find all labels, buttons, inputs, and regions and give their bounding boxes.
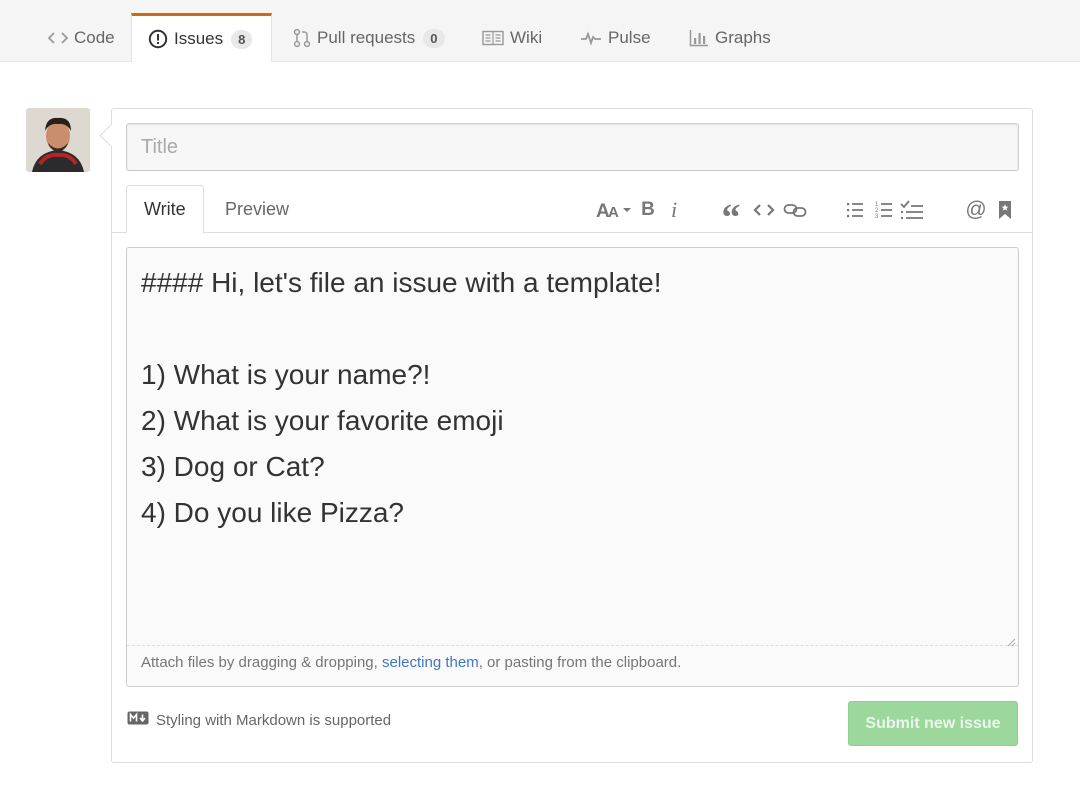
tab-wiki[interactable]: Wiki <box>466 14 558 62</box>
svg-text:3: 3 <box>875 214 879 220</box>
tab-pulse[interactable]: Pulse <box>564 14 667 62</box>
bold-icon[interactable]: B <box>639 197 657 223</box>
attach-hint-before: Attach files by dragging & dropping, <box>141 654 382 671</box>
tab-pull-requests-label: Pull requests <box>317 28 416 47</box>
markdown-note-label: Styling with Markdown is supported <box>156 711 392 729</box>
tab-pull-requests[interactable]: Pull requests 0 <box>277 14 461 62</box>
tab-write[interactable]: Write <box>126 185 204 234</box>
tab-graphs-label: Graphs <box>715 28 771 47</box>
new-issue-form: Write Preview AA B i “ 123 @ #### Hi, le… <box>111 108 1033 763</box>
text-size-icon[interactable]: AA <box>596 197 634 223</box>
tab-preview[interactable]: Preview <box>208 185 306 233</box>
tab-pulse-label: Pulse <box>608 28 651 47</box>
code-icon[interactable] <box>752 197 776 223</box>
attach-files-hint: Attach files by dragging & dropping, sel… <box>141 654 681 671</box>
avatar[interactable] <box>26 108 90 172</box>
attach-hint-after: , or pasting from the clipboard. <box>478 654 682 671</box>
tab-code[interactable]: Code <box>32 14 131 62</box>
tab-graphs[interactable]: Graphs <box>673 14 787 62</box>
saved-reply-icon[interactable] <box>996 197 1014 223</box>
tasklist-icon[interactable] <box>900 197 924 223</box>
markdown-icon <box>127 711 149 729</box>
editor-tabs: Write Preview <box>112 185 1032 234</box>
git-pull-request-icon <box>293 28 311 48</box>
issue-opened-icon <box>148 29 168 49</box>
pull-requests-counter: 0 <box>423 28 445 48</box>
comment-write-area: #### Hi, let's file an issue with a temp… <box>126 247 1019 687</box>
selecting-them-link[interactable]: selecting them <box>382 654 479 671</box>
book-icon <box>482 30 504 46</box>
quote-icon[interactable]: “ <box>719 197 743 239</box>
pulse-icon <box>580 30 602 46</box>
svg-text:A: A <box>608 204 619 220</box>
tab-code-label: Code <box>74 28 115 47</box>
issues-counter: 8 <box>231 29 253 49</box>
tab-issues-label: Issues <box>174 29 224 48</box>
ordered-list-icon[interactable]: 123 <box>874 197 894 223</box>
unordered-list-icon[interactable] <box>845 197 865 223</box>
issue-title-input[interactable] <box>126 123 1019 171</box>
markdown-supported-note[interactable]: Styling with Markdown is supported <box>127 711 391 729</box>
code-icon <box>48 30 68 46</box>
italic-icon[interactable]: i <box>665 197 683 223</box>
repo-nav: Code Issues 8 Pull requests 0 Wiki Pulse… <box>0 0 1080 62</box>
tab-wiki-label: Wiki <box>510 28 543 47</box>
mention-icon[interactable]: @ <box>965 197 987 223</box>
tab-issues[interactable]: Issues 8 <box>131 13 272 62</box>
link-icon[interactable] <box>782 197 808 223</box>
resize-handle-icon[interactable] <box>1006 634 1016 647</box>
graph-icon <box>689 29 709 47</box>
issue-body-textarea[interactable]: #### Hi, let's file an issue with a temp… <box>127 248 1018 646</box>
submit-new-issue-button[interactable]: Submit new issue <box>848 701 1018 746</box>
